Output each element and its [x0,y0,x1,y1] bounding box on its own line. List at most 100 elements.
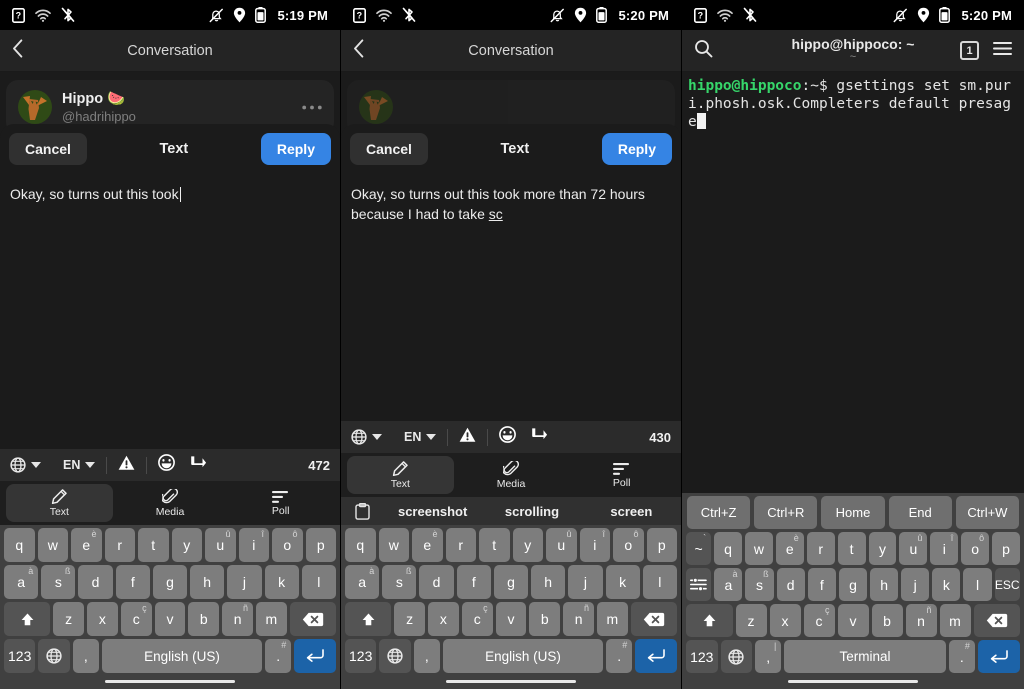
key-n[interactable]: ñn [563,602,594,636]
cancel-button[interactable]: Cancel [350,133,428,165]
key-v[interactable]: v [154,602,186,636]
tab-text[interactable]: Text [347,456,454,494]
globe-icon[interactable] [720,640,753,673]
key-d[interactable]: d [419,565,454,599]
key-h[interactable]: h [870,568,899,601]
key-q[interactable]: q [714,532,742,565]
key-[interactable]: #. [948,640,975,673]
terminal-output[interactable]: hippo@hippoco:~$ gsettings set sm.puri.p… [682,72,1024,493]
reply-button[interactable]: Reply [601,133,672,165]
compose-textarea[interactable]: Okay, so turns out this took [0,174,340,449]
modifier-key[interactable]: Ctrl+R [754,496,818,529]
key-m[interactable]: m [939,604,971,637]
key-s[interactable]: ßs [41,565,76,599]
tab-count-button[interactable]: 1 [960,41,979,60]
cursor-move-icon[interactable] [189,454,207,476]
suggestion-word[interactable]: screenshot [383,504,482,519]
key-[interactable]: #. [606,639,633,673]
message-more-button[interactable] [302,90,322,113]
key-b[interactable]: b [871,604,903,637]
key-k[interactable]: k [264,565,299,599]
warning-icon[interactable] [118,455,135,476]
key-j[interactable]: j [901,568,930,601]
enter-icon[interactable] [977,640,1020,673]
key-p[interactable]: p [305,528,336,562]
shift-icon[interactable] [686,604,733,637]
key-a[interactable]: àa [4,565,39,599]
key-y[interactable]: y [868,532,897,565]
key-h[interactable]: h [531,565,566,599]
key-y[interactable]: y [171,528,202,562]
key-b[interactable]: b [529,602,561,636]
enter-icon[interactable] [635,639,677,673]
key-esc[interactable]: ESC [994,568,1020,601]
key-r[interactable]: r [806,532,835,565]
tab-media[interactable]: Media [458,456,565,494]
language-globe-button[interactable] [351,429,382,445]
key-a[interactable]: àa [714,568,743,601]
key-h[interactable]: h [190,565,225,599]
key-[interactable]: ` ~ [686,532,712,565]
key-e[interactable]: èe [775,532,804,565]
key-q[interactable]: q [345,528,376,562]
key-u[interactable]: ûu [899,532,928,565]
suggestion-word[interactable]: scrolling [482,504,581,519]
key-j[interactable]: j [568,565,603,599]
enter-icon[interactable] [294,639,336,673]
key-123[interactable]: 123 [4,639,36,673]
key-a[interactable]: àa [345,565,380,599]
key-j[interactable]: j [227,565,262,599]
key-c[interactable]: çc [803,604,835,637]
key-p[interactable]: p [646,528,677,562]
key-s[interactable]: ßs [745,568,774,601]
key-o[interactable]: ôo [613,528,644,562]
key-p[interactable]: p [992,532,1020,565]
key-u[interactable]: ûu [205,528,236,562]
key-x[interactable]: x [769,604,801,637]
key-m[interactable]: m [596,602,628,636]
modifier-key[interactable]: Home [821,496,885,529]
key-o[interactable]: ôo [272,528,303,562]
tab-icon[interactable] [686,568,712,601]
key-w[interactable]: w [744,532,773,565]
key-f[interactable]: f [115,565,150,599]
key-g[interactable]: g [152,565,188,599]
key-s[interactable]: ßs [382,565,417,599]
language-selector[interactable]: EN [63,458,96,472]
tab-media[interactable]: Media [117,484,224,522]
key-n[interactable]: ñn [222,602,253,636]
key-terminal[interactable]: Terminal [784,640,946,673]
key-c[interactable]: çc [461,602,493,636]
key-i[interactable]: îi [930,532,959,565]
key-t[interactable]: t [479,528,510,562]
key-[interactable]: , [72,639,99,673]
modifier-key[interactable]: Ctrl+W [955,496,1020,529]
cursor-move-icon[interactable] [530,426,548,448]
key-l[interactable]: l [642,565,677,599]
key-[interactable]: , [413,639,440,673]
key-y[interactable]: y [512,528,543,562]
key-f[interactable]: f [807,568,836,601]
key-w[interactable]: w [37,528,68,562]
suggestion-word[interactable]: screen [582,504,681,519]
key-english-us[interactable]: English (US) [442,639,604,673]
language-globe-button[interactable] [10,457,41,473]
backspace-icon[interactable] [630,602,677,636]
key-w[interactable]: w [378,528,409,562]
key-d[interactable]: d [78,565,113,599]
search-button[interactable] [694,39,713,63]
reply-button[interactable]: Reply [260,133,331,165]
key-e[interactable]: èe [412,528,443,562]
key-g[interactable]: g [493,565,529,599]
key-b[interactable]: b [188,602,220,636]
key-i[interactable]: îi [579,528,610,562]
key-k[interactable]: k [932,568,961,601]
key-t[interactable]: t [138,528,169,562]
clipboard-icon[interactable] [341,502,383,520]
key-d[interactable]: d [776,568,805,601]
backspace-icon[interactable] [973,604,1020,637]
key-z[interactable]: z [394,602,425,636]
key-c[interactable]: çc [120,602,152,636]
back-button[interactable] [353,38,364,63]
key-q[interactable]: q [4,528,35,562]
